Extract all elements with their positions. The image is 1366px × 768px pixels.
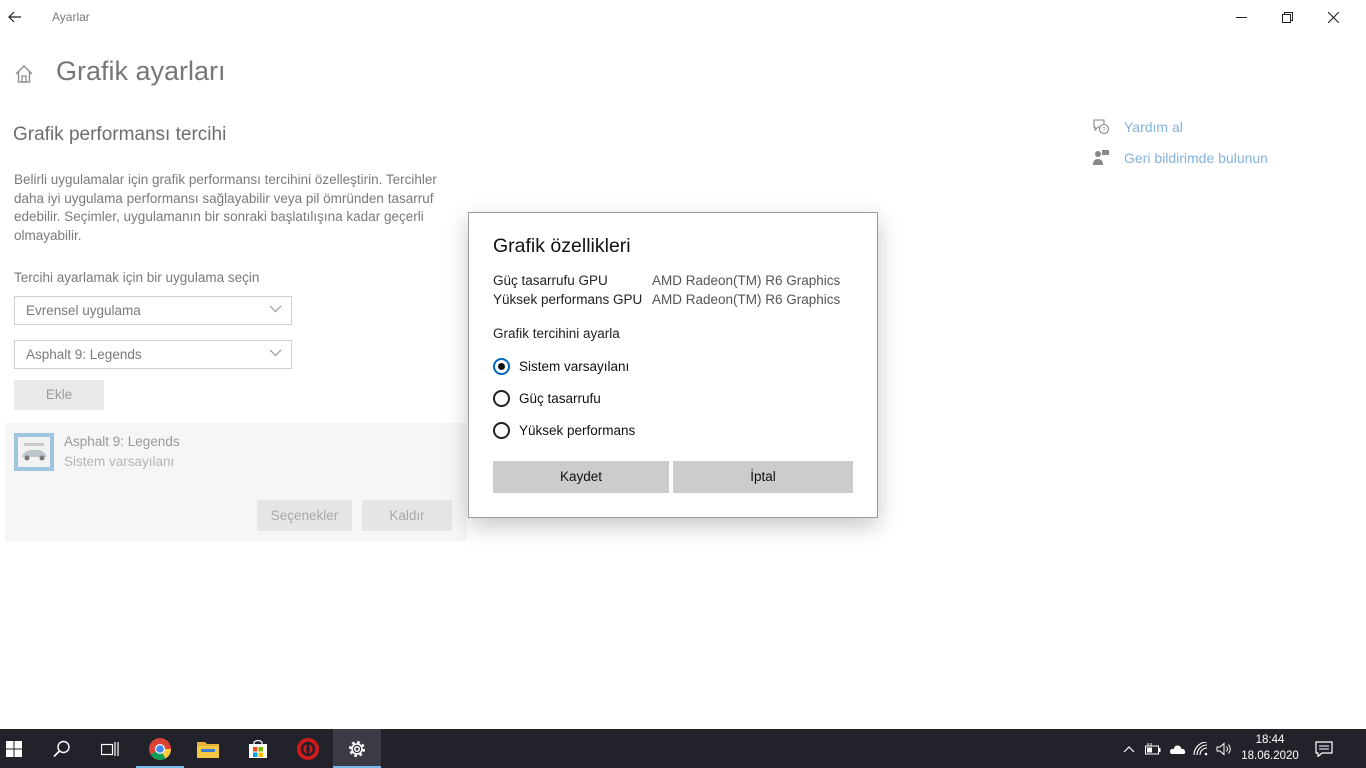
graphics-preference-label: Grafik tercihini ayarla <box>493 326 620 341</box>
file-explorer-icon <box>197 741 219 758</box>
app-thumbnail <box>14 433 54 471</box>
radio-high-performance[interactable]: Yüksek performans <box>493 422 635 439</box>
chrome-icon <box>149 737 171 760</box>
chevron-up-icon <box>1123 745 1135 752</box>
show-hidden-icons-button[interactable] <box>1120 729 1138 768</box>
action-center-button[interactable] <box>1310 729 1338 768</box>
app-list-item[interactable]: Asphalt 9: Legends Sistem varsayılanı Se… <box>5 423 467 541</box>
get-help-link[interactable]: ? Yardım al <box>1092 118 1183 135</box>
store-button[interactable] <box>234 729 282 768</box>
network-tray-button[interactable] <box>1191 729 1211 768</box>
dialog-title: Grafik özellikleri <box>493 235 631 257</box>
graphics-properties-dialog: Grafik özellikleri Güç tasarrufu GPU AMD… <box>468 212 878 518</box>
radio-system-default[interactable]: Sistem varsayılanı <box>493 358 629 375</box>
volume-tray-button[interactable] <box>1214 729 1234 768</box>
amd-radeon-icon <box>297 737 319 760</box>
add-button[interactable]: Ekle <box>14 380 104 410</box>
onedrive-tray-button[interactable] <box>1167 729 1187 768</box>
app-dropdown[interactable]: Asphalt 9: Legends <box>14 340 292 369</box>
radio-button[interactable] <box>493 390 510 407</box>
amd-radeon-button[interactable] <box>284 729 332 768</box>
task-view-icon <box>101 741 119 756</box>
feedback-link[interactable]: Geri bildirimde bulunun <box>1092 149 1268 166</box>
task-view-button[interactable] <box>86 729 134 768</box>
clock-time: 18:44 <box>1255 734 1285 746</box>
description: Belirli uygulamalar için grafik performa… <box>14 172 437 243</box>
cloud-icon <box>1170 744 1186 754</box>
power-saving-gpu-row: Güç tasarrufu GPU AMD Radeon(TM) R6 Grap… <box>493 273 840 288</box>
app-name: Asphalt 9: Legends <box>64 434 180 449</box>
power-saving-gpu-label: Güç tasarrufu GPU <box>493 273 608 288</box>
chevron-down-icon <box>269 305 282 313</box>
restore-button[interactable] <box>1264 0 1310 34</box>
clock[interactable]: 18:44 18.06.2020 <box>1236 732 1304 764</box>
chrome-taskbar-button[interactable] <box>136 729 184 768</box>
back-arrow-icon <box>8 11 21 23</box>
close-icon <box>1327 11 1339 23</box>
save-button[interactable]: Kaydet <box>493 461 669 493</box>
app-preference: Sistem varsayılanı <box>64 454 175 469</box>
radio-power-saving[interactable]: Güç tasarrufu <box>493 390 601 407</box>
close-button[interactable] <box>1310 0 1356 34</box>
high-perf-gpu-value: AMD Radeon(TM) R6 Graphics <box>652 292 841 307</box>
title-bar: Ayarlar <box>0 0 1366 34</box>
get-help-label: Yardım al <box>1124 118 1183 135</box>
chat-help-icon: ? <box>1093 119 1110 135</box>
feedback-icon <box>1093 150 1109 165</box>
feedback-label: Geri bildirimde bulunun <box>1124 149 1268 166</box>
cancel-button[interactable]: İptal <box>673 461 853 493</box>
back-button[interactable] <box>0 0 30 34</box>
radio-label: Yüksek performans <box>519 423 636 438</box>
start-button[interactable] <box>0 729 38 768</box>
taskbar: 18:44 18.06.2020 <box>0 729 1366 768</box>
app-type-dropdown[interactable]: Evrensel uygulama <box>14 296 292 325</box>
high-perf-gpu-row: Yüksek performans GPU AMD Radeon(TM) R6 … <box>493 292 840 307</box>
power-saving-gpu-value: AMD Radeon(TM) R6 Graphics <box>652 273 841 288</box>
store-icon <box>249 739 267 758</box>
page-title: Grafik ayarları <box>56 56 226 86</box>
search-icon <box>53 740 70 757</box>
file-explorer-button[interactable] <box>184 729 232 768</box>
battery-tray-button[interactable] <box>1143 729 1163 768</box>
restore-icon <box>1281 11 1293 23</box>
app-title: Ayarlar <box>52 10 90 24</box>
radio-label: Güç tasarrufu <box>519 391 601 406</box>
notification-icon <box>1315 740 1333 757</box>
app-value: Asphalt 9: Legends <box>26 347 142 362</box>
search-button[interactable] <box>38 729 86 768</box>
home-icon[interactable] <box>13 63 35 85</box>
app-thumbnail-image <box>18 437 50 467</box>
car-icon <box>22 443 47 461</box>
options-button[interactable]: Seçenekler <box>257 500 352 531</box>
minimize-button[interactable] <box>1218 0 1264 34</box>
clock-date: 18.06.2020 <box>1241 750 1299 762</box>
settings-taskbar-button[interactable] <box>333 729 381 768</box>
radio-label: Sistem varsayılanı <box>519 359 630 374</box>
app-type-value: Evrensel uygulama <box>26 303 141 318</box>
radio-button-selected[interactable] <box>493 358 510 375</box>
start-icon <box>6 740 22 757</box>
radio-button[interactable] <box>493 422 510 439</box>
high-perf-gpu-label: Yüksek performans GPU <box>493 292 643 307</box>
speaker-icon <box>1216 741 1231 756</box>
choose-app-label: Tercihi ayarlamak için bir uygulama seçi… <box>14 270 260 285</box>
section-title: Grafik performansı tercihi <box>13 124 227 145</box>
remove-button[interactable]: Kaldır <box>362 500 452 531</box>
settings-icon <box>349 740 365 757</box>
wifi-icon <box>1193 741 1208 755</box>
battery-plug-icon <box>1145 742 1161 754</box>
chevron-down-icon <box>269 349 282 357</box>
minimize-icon <box>1235 16 1247 18</box>
